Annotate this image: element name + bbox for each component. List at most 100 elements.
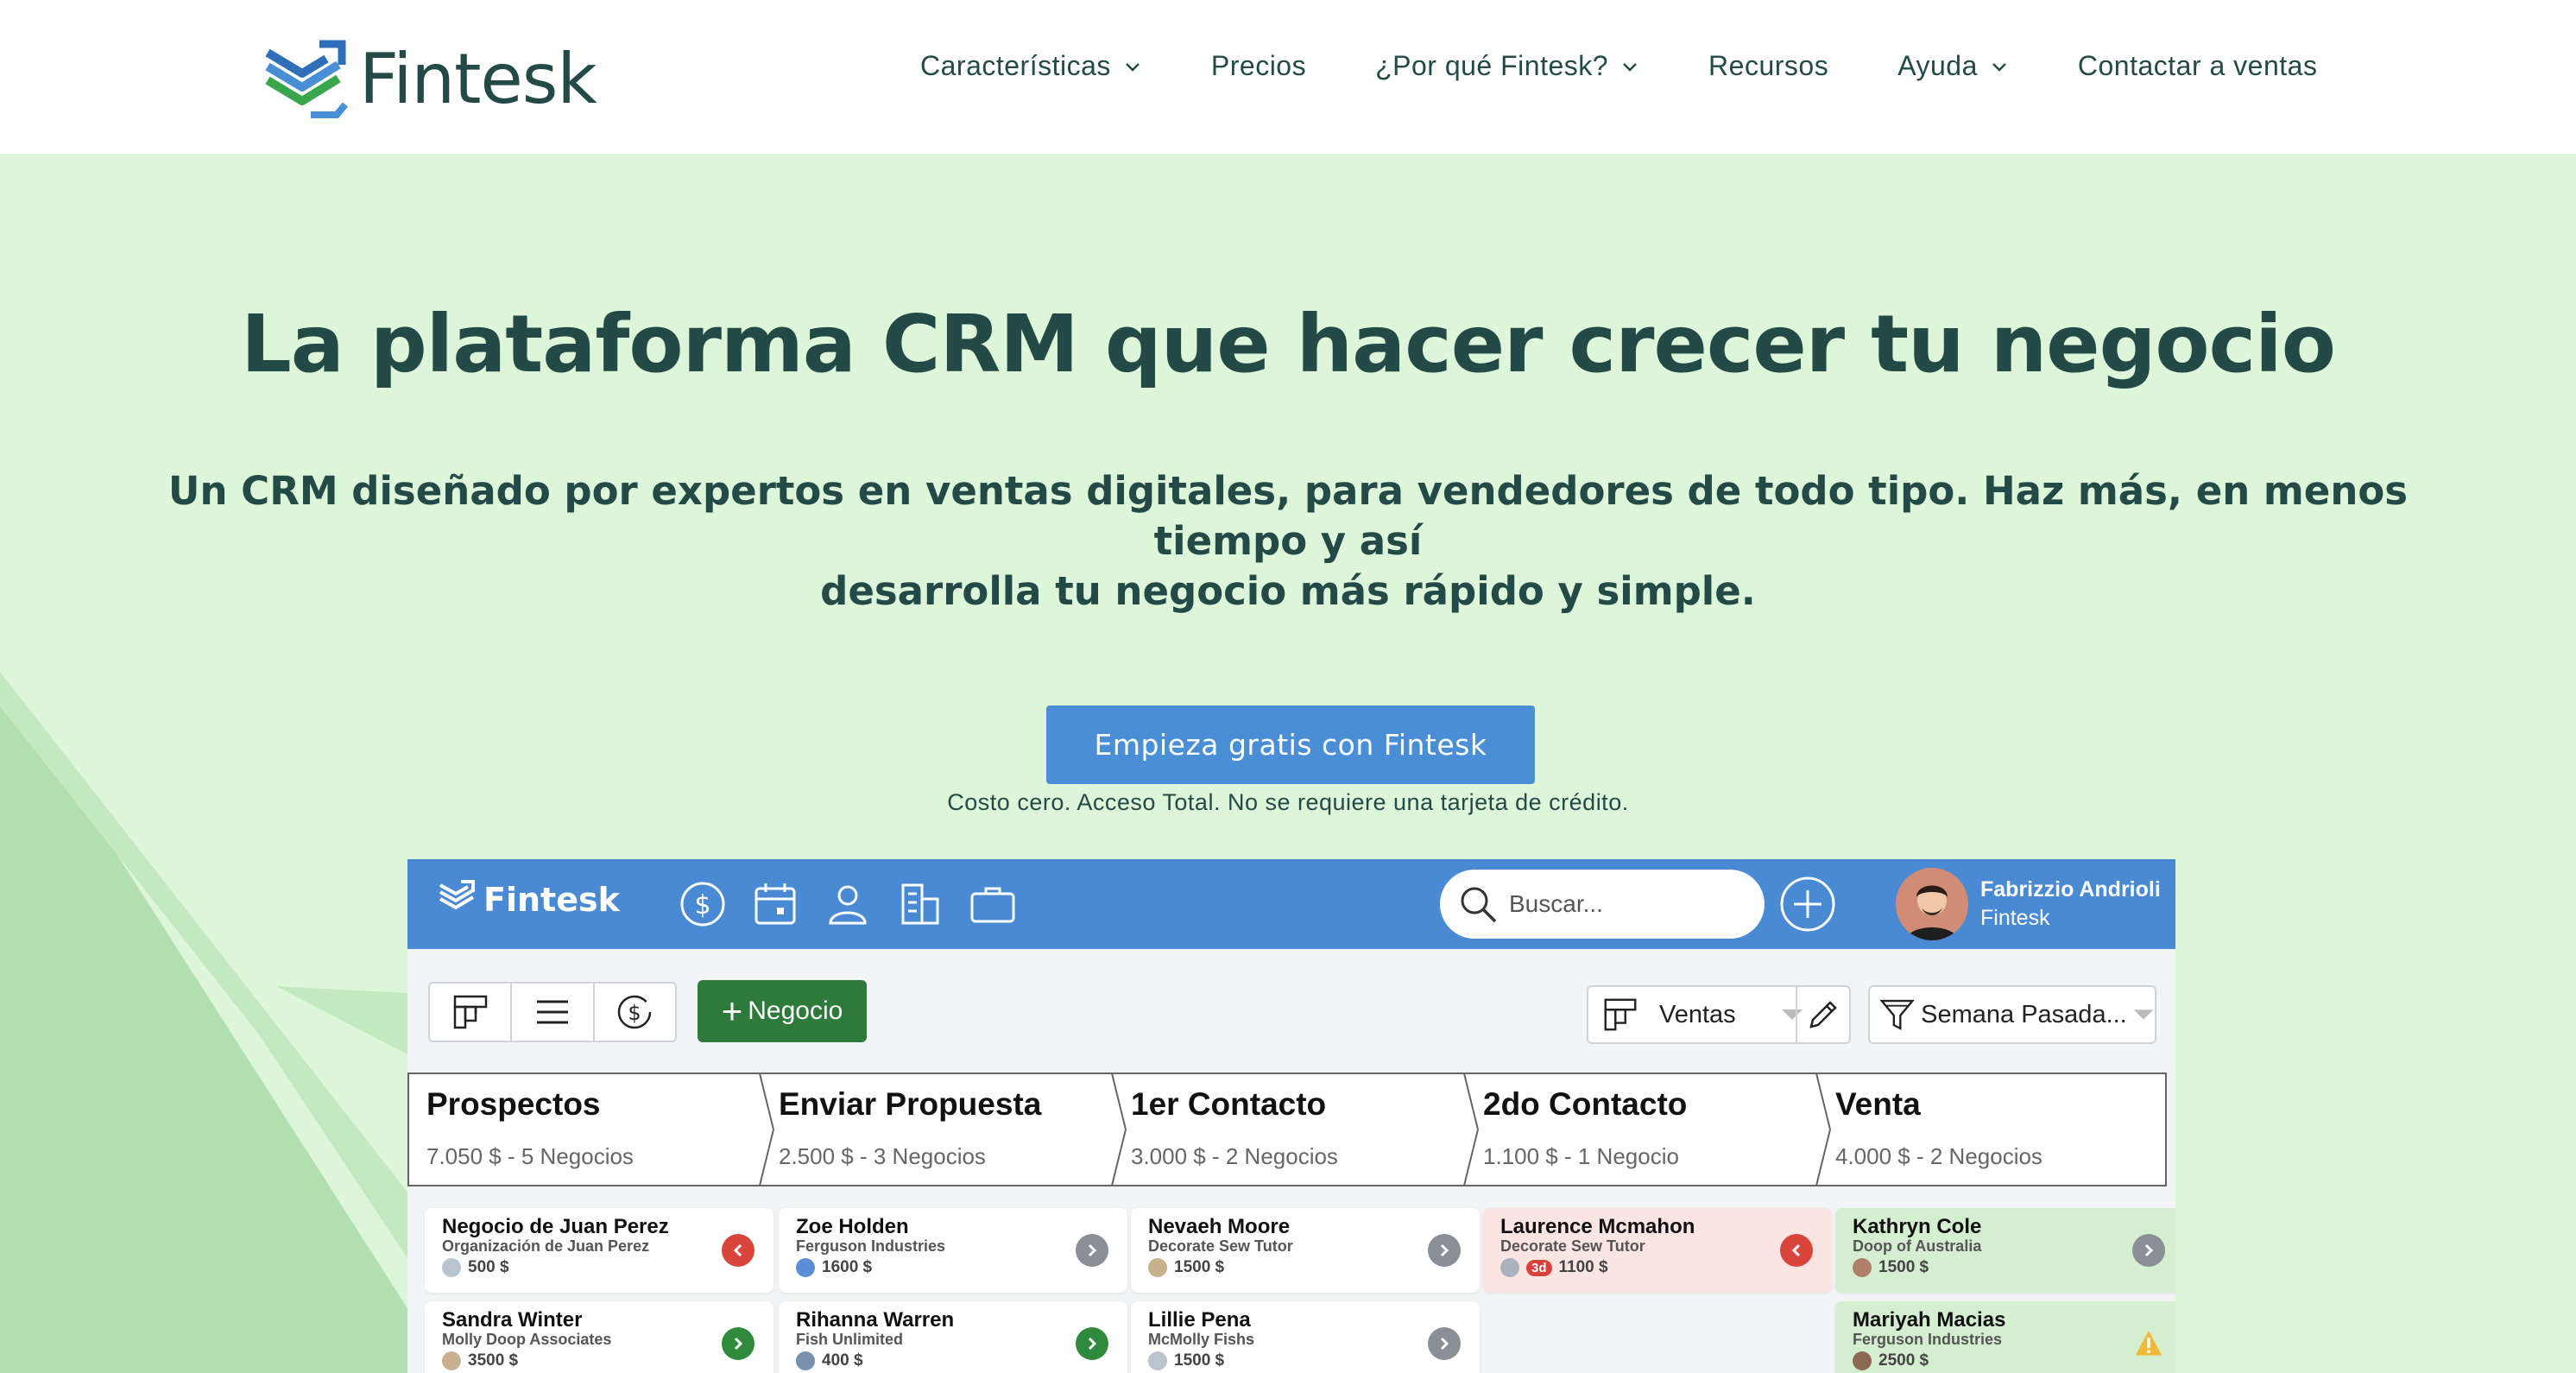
kanban-icon: [1604, 998, 1637, 1031]
owner-avatar: [1853, 1351, 1872, 1370]
nav-label: Recursos: [1708, 50, 1829, 81]
stage-2do-contacto[interactable]: 2do Contacto 1.100 $ - 1 Negocio: [1464, 1072, 1816, 1186]
caret-down-icon: [2133, 1009, 2154, 1020]
chevron-right-icon[interactable]: [1076, 1327, 1108, 1360]
owner-avatar: [442, 1351, 461, 1370]
app-header: Fintesk $ Buscar... Fabrizzio Andrioli F…: [407, 859, 2175, 949]
stage-summary: 4.000 $ - 2 Negocios: [1835, 1143, 2042, 1169]
chevron-down-icon: [1992, 62, 2006, 72]
kanban-icon: [453, 995, 487, 1029]
deal-card[interactable]: Nevaeh Moore Decorate Sew Tutor 1500 $: [1131, 1208, 1480, 1293]
nav-label: Ayuda: [1897, 50, 1978, 81]
chevron-left-icon[interactable]: [1780, 1234, 1813, 1267]
nav-item-precios[interactable]: Precios: [1211, 50, 1306, 82]
cta-note: Costo cero. Acceso Total. No se requiere…: [947, 789, 1629, 815]
chevron-right-icon[interactable]: [722, 1327, 754, 1360]
deal-card[interactable]: Rihanna Warren Fish Unlimited 400 $: [779, 1301, 1127, 1373]
deal-card[interactable]: Mariyah Macias Ferguson Industries 2500 $: [1835, 1301, 2175, 1373]
deal-meta: 3d 1100 $: [1500, 1258, 1608, 1277]
chevron-right-icon[interactable]: [1076, 1234, 1108, 1267]
edit-pipeline-button[interactable]: [1796, 987, 1849, 1042]
nav-item-recursos[interactable]: Recursos: [1708, 50, 1828, 82]
deal-amount: 2500 $: [1878, 1351, 1929, 1370]
person-icon[interactable]: [822, 878, 874, 930]
chevron-right-icon[interactable]: [1428, 1234, 1461, 1267]
nav-label: Contactar a ventas: [2077, 50, 2318, 81]
deal-card[interactable]: Zoe Holden Ferguson Industries 1600 $: [779, 1208, 1127, 1293]
chevron-down-icon: [1126, 62, 1140, 72]
stage-enviar-propuesta[interactable]: Enviar Propuesta 2.500 $ - 3 Negocios: [760, 1072, 1112, 1186]
hero-subtitle-line: desarrolla tu negocio más rápido y simpl…: [820, 568, 1756, 614]
list-view-button[interactable]: [512, 984, 595, 1041]
calendar-icon[interactable]: [749, 878, 801, 930]
dollar-icon[interactable]: $: [677, 878, 729, 930]
briefcase-icon[interactable]: [967, 878, 1019, 930]
deal-card[interactable]: Kathryn Cole Doop of Australia 1500 $: [1835, 1208, 2175, 1293]
deal-amount: 1100 $: [1558, 1258, 1608, 1276]
deal-name: Laurence Mcmahon: [1500, 1215, 1695, 1238]
svg-text:$: $: [628, 1001, 641, 1025]
chevron-right-icon[interactable]: [2132, 1234, 2165, 1267]
overdue-badge: 3d: [1526, 1259, 1552, 1276]
nav-item-por-que-fintesk[interactable]: ¿Por qué Fintesk?: [1375, 50, 1639, 82]
deal-name: Negocio de Juan Perez: [442, 1215, 669, 1238]
pipeline-stages: Prospectos 7.050 $ - 5 Negocios Enviar P…: [407, 1072, 2169, 1186]
deal-name: Zoe Holden: [796, 1215, 909, 1238]
chevron-left-icon[interactable]: [722, 1234, 754, 1267]
deal-amount: 1500 $: [1174, 1351, 1225, 1370]
deal-amount: 400 $: [822, 1351, 863, 1370]
pipeline-select-value: Ventas: [1659, 1000, 1736, 1028]
hero-title: La plataforma CRM que hacer crecer tu ne…: [241, 298, 2336, 390]
stage-1er-contacto[interactable]: 1er Contacto 3.000 $ - 2 Negocios: [1112, 1072, 1464, 1186]
deal-amount: 1500 $: [1174, 1258, 1225, 1276]
app-brand-name: Fintesk: [483, 881, 620, 919]
forecast-view-button[interactable]: $: [595, 984, 675, 1041]
search-icon: [1461, 887, 1497, 923]
plus-icon: +: [721, 990, 743, 1031]
deal-meta: 1500 $: [1853, 1258, 1929, 1277]
warning-icon[interactable]: [2132, 1327, 2165, 1360]
owner-avatar: [1853, 1258, 1872, 1277]
stage-venta[interactable]: Venta 4.000 $ - 2 Negocios: [1816, 1072, 2169, 1186]
stage-prospectos[interactable]: Prospectos 7.050 $ - 5 Negocios: [407, 1072, 760, 1186]
owner-avatar: [1148, 1258, 1167, 1277]
fintesk-logo-icon: [265, 40, 349, 118]
deal-organization: Ferguson Industries: [796, 1237, 946, 1255]
user-menu[interactable]: Fabrizzio Andrioli Fintesk: [1896, 868, 2161, 940]
app-brand[interactable]: Fintesk: [437, 878, 620, 921]
kanban-view-button[interactable]: [430, 984, 513, 1041]
deal-meta: 2500 $: [1853, 1351, 1929, 1370]
chevron-right-icon[interactable]: [1428, 1327, 1461, 1360]
nav-label: ¿Por qué Fintesk?: [1375, 50, 1609, 81]
nav-item-caracteristicas[interactable]: Características: [920, 50, 1142, 82]
stage-summary: 3.000 $ - 2 Negocios: [1131, 1143, 1338, 1169]
deal-card[interactable]: Laurence Mcmahon Decorate Sew Tutor 3d 1100…: [1483, 1208, 1832, 1293]
start-free-button[interactable]: Empieza gratis con Fintesk: [1046, 705, 1535, 784]
pipeline-select[interactable]: Ventas: [1587, 985, 1851, 1044]
brand-logo[interactable]: Fintesk: [259, 31, 597, 126]
view-switcher: $: [428, 982, 677, 1042]
deal-card[interactable]: Negocio de Juan Perez Organización de Jua…: [425, 1208, 773, 1293]
list-icon: [536, 1000, 568, 1024]
nav-item-contactar-ventas[interactable]: Contactar a ventas: [2078, 50, 2318, 82]
stage-summary: 7.050 $ - 5 Negocios: [426, 1143, 634, 1169]
stage-name: Enviar Propuesta: [779, 1086, 1042, 1122]
search-input[interactable]: [1509, 890, 1751, 918]
filter-icon: [1879, 999, 1915, 1030]
pencil-icon: [1809, 1001, 1837, 1028]
add-circle-icon[interactable]: [1778, 875, 1837, 933]
deal-meta: 1600 $: [796, 1258, 872, 1277]
deal-meta: 500 $: [442, 1258, 509, 1277]
app-search[interactable]: [1440, 870, 1765, 939]
new-deal-button[interactable]: + Negocio: [698, 980, 867, 1042]
hero-subtitle: Un CRM diseñado por expertos en ventas d…: [95, 466, 2481, 617]
deal-card[interactable]: Lillie Pena McMolly Fishs 1500 $: [1131, 1301, 1480, 1373]
nav-item-ayuda[interactable]: Ayuda: [1897, 50, 2009, 82]
deal-name: Sandra Winter: [442, 1308, 583, 1332]
deal-meta: 400 $: [796, 1351, 863, 1370]
deal-card[interactable]: Sandra Winter Molly Doop Associates 3500 $: [425, 1301, 773, 1373]
chevron-down-icon: [1623, 62, 1637, 72]
period-filter-select[interactable]: Semana Pasada...: [1868, 985, 2156, 1044]
owner-avatar: [1148, 1351, 1167, 1370]
building-icon[interactable]: [894, 878, 946, 930]
